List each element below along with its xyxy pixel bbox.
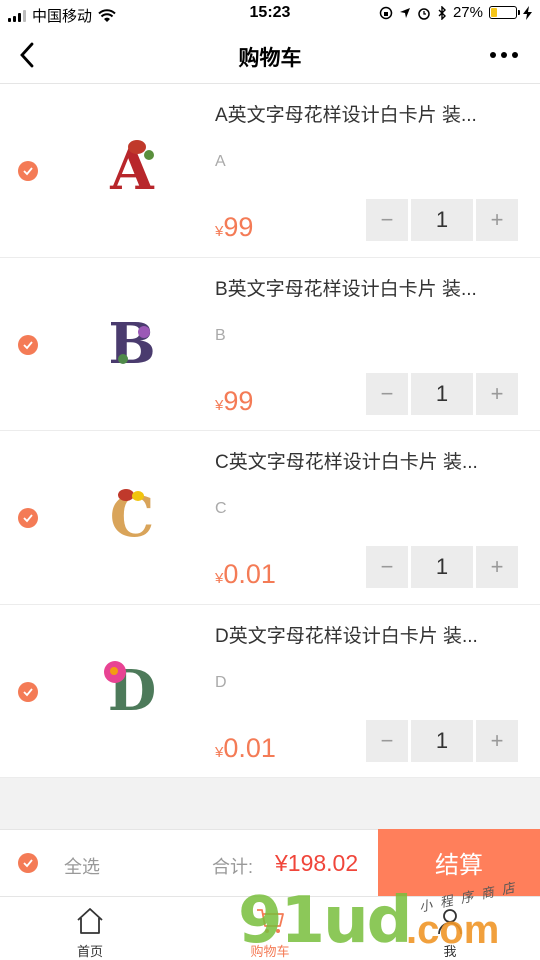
item-price: ¥99 — [215, 386, 253, 417]
decrease-button[interactable]: − — [366, 719, 408, 762]
alarm-icon — [418, 7, 430, 20]
item-spec: D — [215, 673, 227, 691]
product-letter: B — [108, 310, 156, 377]
select-all-label[interactable]: 全选 — [64, 853, 100, 879]
quantity-value[interactable]: 1 — [411, 719, 473, 762]
checkout-button[interactable]: 结算 — [378, 829, 540, 896]
quantity-value[interactable]: 1 — [411, 372, 473, 415]
status-right: 27% — [379, 4, 532, 21]
check-icon — [23, 687, 33, 696]
item-spec: A — [215, 153, 226, 170]
quantity-value[interactable]: 1 — [411, 546, 473, 588]
location-icon — [399, 7, 410, 18]
check-icon — [23, 514, 33, 523]
product-thumbnail[interactable]: A — [92, 130, 172, 210]
check-icon — [23, 859, 33, 868]
charging-icon — [523, 5, 532, 20]
quantity-stepper: − 1 + — [366, 199, 519, 241]
decrease-button[interactable]: − — [366, 546, 408, 588]
item-checkbox[interactable] — [18, 681, 38, 702]
tab-bar: 首页 购物车 我 — [0, 896, 540, 960]
product-thumbnail[interactable]: D — [92, 651, 172, 731]
tab-home-label: 首页 — [76, 944, 103, 959]
flower-center-decoration — [110, 666, 118, 675]
item-checkbox[interactable] — [18, 161, 38, 181]
leaf-decoration — [118, 353, 128, 364]
product-thumbnail[interactable]: B — [92, 304, 172, 384]
cart-icon — [257, 909, 284, 933]
check-icon — [23, 167, 33, 176]
decrease-button[interactable]: − — [366, 372, 408, 415]
tab-me-label: 我 — [443, 944, 457, 959]
price-value: 99 — [223, 212, 254, 242]
select-all-checkbox[interactable] — [18, 853, 38, 873]
tab-cart-label: 购物车 — [250, 944, 290, 959]
quantity-stepper: − 1 + — [366, 719, 519, 762]
item-spec: C — [215, 500, 227, 517]
total-value: ¥198.02 — [275, 850, 359, 876]
battery-icon — [489, 6, 520, 19]
check-icon — [23, 340, 33, 349]
cart-item: B B英文字母花样设计白卡片 装... B ¥99 − 1 + — [0, 257, 540, 431]
item-title[interactable]: A英文字母花样设计白卡片 装... — [215, 100, 515, 127]
item-title[interactable]: C英文字母花样设计白卡片 装... — [215, 447, 515, 474]
tab-me[interactable]: 我 — [400, 905, 500, 960]
flower-decoration — [128, 140, 146, 154]
leaf-decoration — [144, 150, 154, 160]
tab-cart[interactable]: 购物车 — [220, 905, 320, 960]
bluetooth-icon — [438, 5, 446, 20]
cart-item: A A英文字母花样设计白卡片 装... A ¥99 − 1 + — [0, 84, 540, 258]
price-value: 0.01 — [223, 559, 276, 589]
decrease-button[interactable]: − — [366, 199, 408, 241]
more-menu-button[interactable] — [490, 52, 518, 58]
nav-bar: 购物车 — [0, 28, 540, 84]
item-title[interactable]: B英文字母花样设计白卡片 装... — [215, 274, 515, 301]
home-icon — [77, 908, 103, 934]
increase-button[interactable]: + — [476, 546, 518, 588]
flower-decoration — [138, 325, 150, 338]
more-dot-icon — [501, 52, 507, 58]
quantity-value[interactable]: 1 — [411, 199, 473, 241]
item-price: ¥0.01 — [215, 733, 276, 764]
page-title: 购物车 — [238, 47, 302, 70]
item-title[interactable]: D英文字母花样设计白卡片 装... — [215, 621, 515, 648]
increase-button[interactable]: + — [476, 372, 518, 415]
more-dot-icon — [512, 52, 518, 58]
quantity-stepper: − 1 + — [366, 372, 519, 415]
item-checkbox[interactable] — [18, 508, 38, 528]
rotation-lock-icon — [379, 6, 393, 19]
tab-home[interactable]: 首页 — [40, 905, 140, 960]
cart-list: A A英文字母花样设计白卡片 装... A ¥99 − 1 + B B英文字母花… — [0, 84, 540, 778]
price-value: 0.01 — [223, 732, 276, 763]
item-price: ¥99 — [215, 212, 253, 243]
item-price: ¥0.01 — [215, 559, 276, 590]
cart-item: C C英文字母花样设计白卡片 装... C ¥0.01 − 1 + — [0, 431, 540, 605]
item-spec: B — [215, 326, 226, 344]
cart-item: D D英文字母花样设计白卡片 装... D ¥0.01 − 1 + — [0, 604, 540, 778]
increase-button[interactable]: + — [476, 719, 518, 762]
battery-percent: 27% — [452, 4, 483, 21]
product-thumbnail[interactable]: C — [92, 477, 172, 557]
quantity-stepper: − 1 + — [366, 546, 519, 588]
checkout-bar: 全选 合计: ¥198.02 结算 — [0, 829, 540, 896]
increase-button[interactable]: + — [476, 199, 518, 241]
price-value: 99 — [223, 385, 254, 416]
flower-decoration — [132, 491, 144, 501]
status-bar: 中国移动 15:23 27% — [0, 0, 540, 28]
item-checkbox[interactable] — [18, 334, 38, 355]
user-icon — [438, 909, 462, 935]
more-dot-icon — [490, 52, 496, 58]
total-label: 合计: — [212, 857, 254, 877]
